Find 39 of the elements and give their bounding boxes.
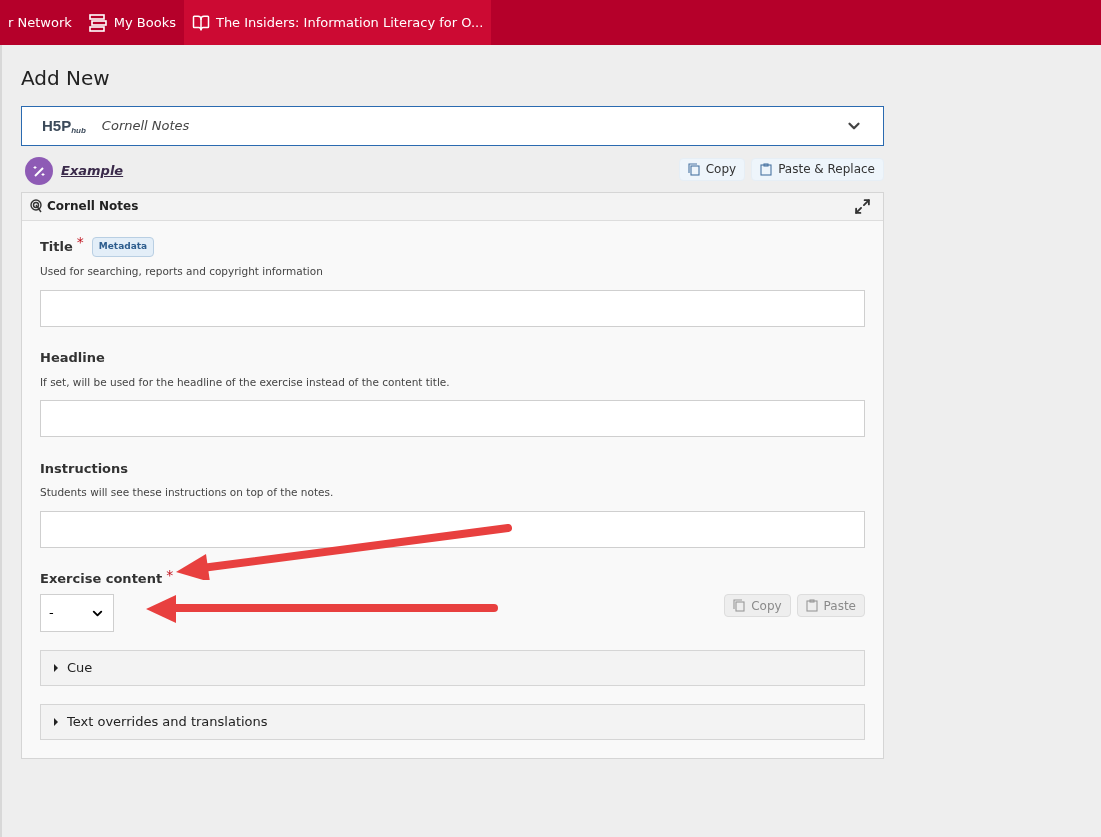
field-label: Exercise content: [40, 570, 163, 589]
expand-icon[interactable]: [854, 197, 871, 215]
caret-icon: [53, 664, 59, 672]
caret-icon: [53, 718, 59, 726]
nav-tab-label: r Network: [8, 13, 72, 32]
nav-tab[interactable]: My Books: [79, 0, 184, 45]
selected-content-type: Cornell Notes: [101, 117, 190, 136]
collapsible-section[interactable]: Text overrides and translations: [40, 704, 865, 740]
text-input[interactable]: [40, 400, 865, 438]
field-description: Students will see these instructions on top of the notes.: [40, 485, 335, 501]
field-label: Instructions: [40, 459, 128, 478]
nav-tab-label: The Insiders: Information Literacy for O...: [215, 13, 484, 32]
hub-logo: H5P$_{hub}$: [42, 115, 86, 137]
copy-icon: [733, 599, 746, 612]
clipboard-icon: [760, 162, 773, 176]
paste-button[interactable]: Paste & Replace: [751, 157, 884, 181]
text-input[interactable]: [40, 289, 865, 327]
collapsible-section[interactable]: Cue: [40, 650, 865, 686]
nav-tab-label: My Books: [113, 13, 176, 32]
clipboard-icon: [805, 599, 818, 612]
copy-icon: [687, 162, 700, 176]
required-mark: *: [76, 233, 84, 253]
nav-tab[interactable]: The Insiders: Information Literacy for O...: [183, 0, 492, 45]
field-label: Headline: [40, 348, 105, 367]
page-title: Add New: [21, 65, 111, 92]
metadata-tag: Metadata: [91, 237, 155, 257]
example-link[interactable]: Example: [61, 161, 124, 181]
field-label: Title: [40, 238, 73, 256]
content-type-selector[interactable]: H5P$_{hub}$ Cornell Notes: [21, 106, 884, 146]
field-description: If set, will be used for the headline of the exercise instead of the content title.: [40, 374, 451, 390]
nav-tab[interactable]: r Network: [0, 0, 80, 45]
books-icon: [87, 13, 108, 32]
copy-button[interactable]: Copy: [678, 157, 746, 181]
select-dropdown[interactable]: -: [40, 594, 114, 632]
editor-title: Cornell Notes: [47, 198, 139, 216]
book-icon: [191, 13, 210, 32]
required-mark: *: [166, 565, 174, 585]
text-input[interactable]: [40, 511, 865, 548]
field-description: Used for searching, reports and copyright information: [40, 263, 324, 279]
